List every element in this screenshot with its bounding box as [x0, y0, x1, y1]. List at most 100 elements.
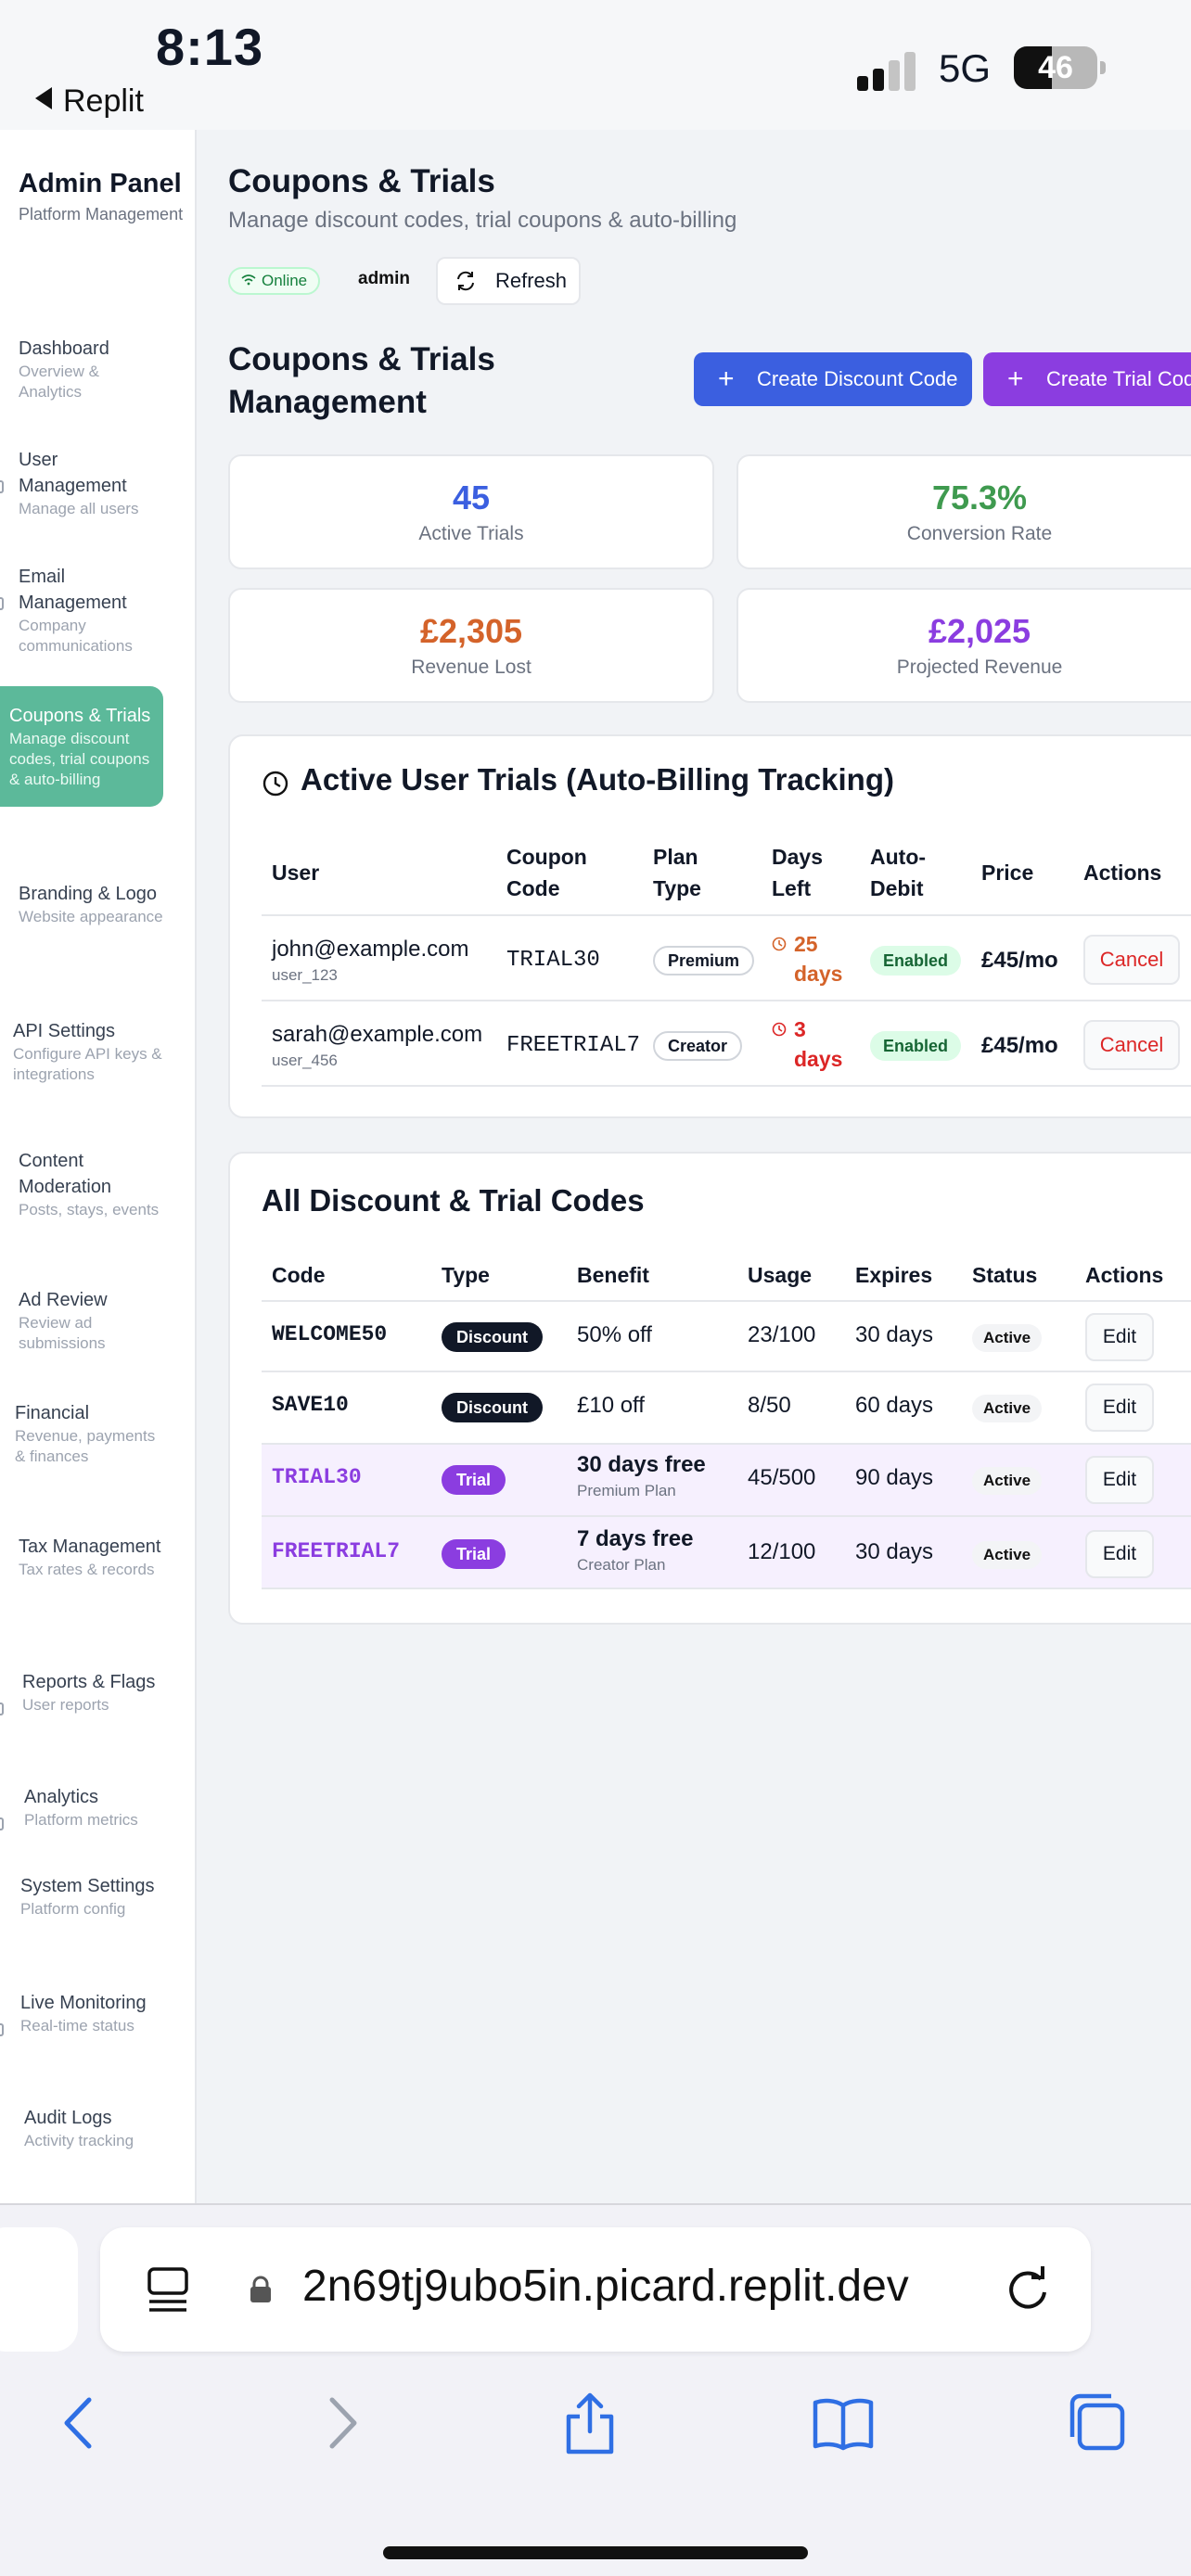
sidebar-brand: Admin Panel Platform Management — [19, 165, 186, 224]
trial-coupon-code: FREETRIAL7 — [506, 1033, 641, 1058]
share-icon[interactable] — [557, 2391, 622, 2455]
code-value: SAVE10 — [272, 1393, 349, 1417]
days-left: 25 days — [772, 929, 843, 988]
sidebar-item-email-management[interactable]: Email Management Company communications — [0, 564, 163, 657]
expires: 30 days — [855, 1322, 934, 1347]
table-divider — [262, 1300, 1191, 1302]
sidebar-item-audit-logs[interactable]: Audit Logs Activity tracking — [0, 2105, 163, 2151]
sidebar-item-desc: Manage discount codes, trial coupons & a… — [9, 730, 150, 788]
refresh-icon — [457, 271, 474, 291]
reader-icon[interactable] — [147, 2266, 189, 2313]
clock-icon — [772, 937, 787, 951]
sidebar-item-financial[interactable]: Financial Revenue, payments & finances — [0, 1400, 163, 1467]
reload-icon[interactable] — [1004, 2264, 1052, 2313]
col-price: Price — [981, 861, 1034, 885]
sidebar-item-label: Coupons & Trials — [9, 706, 151, 726]
sidebar-item-branding-logo[interactable]: Branding & Logo Website appearance — [0, 881, 163, 927]
trial-coupon-code: TRIAL30 — [506, 948, 600, 973]
sidebar-item-label: Content Moderation — [19, 1151, 112, 1197]
sidebar-item-desc: Review ad submissions — [19, 1314, 106, 1352]
plan-badge: Creator — [653, 1031, 743, 1061]
sidebar-item-label: Analytics — [24, 1787, 99, 1807]
create-discount-label: Create Discount Code — [757, 367, 958, 390]
all-codes-title: All Discount & Trial Codes — [262, 1183, 645, 1218]
network-type: 5G — [939, 46, 992, 90]
col-auto-debit: Auto-Debit — [870, 845, 927, 900]
signal-icon — [857, 48, 918, 91]
days-left-unit: days — [794, 962, 843, 986]
bookmarks-icon[interactable] — [811, 2391, 876, 2455]
usage: 12/100 — [748, 1539, 816, 1564]
table-divider — [262, 914, 1191, 916]
sidebar-item-system-settings[interactable]: System Settings Platform config — [0, 1873, 163, 1919]
online-status-text: Online — [262, 272, 308, 289]
status-badge: Active — [972, 1395, 1043, 1422]
days-left-number: 3 — [794, 1017, 806, 1041]
page-subtitle: Manage discount codes, trial coupons & a… — [228, 208, 737, 233]
benefit: 30 days free — [577, 1452, 706, 1477]
col-plan-type: Plan Type — [653, 845, 701, 900]
expires: 30 days — [855, 1539, 934, 1564]
cancel-trial-button[interactable]: Cancel — [1083, 935, 1180, 985]
col-days-left: Days Left — [772, 845, 823, 900]
auto-debit-badge: Enabled — [870, 1031, 962, 1061]
back-icon[interactable] — [48, 2391, 113, 2455]
admin-user-label: admin — [358, 269, 410, 288]
sidebar-item-tax-management[interactable]: Tax Management Tax rates & records — [0, 1534, 163, 1580]
stat-label: Revenue Lost — [411, 657, 531, 678]
page-title: Coupons & Trials — [228, 163, 495, 199]
col-status: Status — [972, 1263, 1038, 1287]
sidebar-item-ad-review[interactable]: Ad Review Review ad submissions — [0, 1287, 163, 1354]
benefit-plan: Premium Plan — [577, 1482, 676, 1499]
clock-time: 8:13 — [156, 18, 264, 76]
stat-label: Active Trials — [418, 523, 524, 544]
sidebar-item-label: Tax Management — [19, 1537, 161, 1557]
refresh-button[interactable]: Refresh — [436, 257, 581, 305]
active-trials-title: Active User Trials (Auto-Billing Trackin… — [301, 762, 894, 797]
refresh-label: Refresh — [495, 269, 568, 292]
sidebar-item-api-settings[interactable]: API Settings Configure API keys & integra… — [0, 1018, 163, 1085]
sidebar-item-label: Dashboard — [19, 338, 109, 359]
create-trial-code-button[interactable]: + Create Trial Code — [983, 352, 1191, 406]
edit-code-button[interactable]: Edit — [1085, 1313, 1154, 1361]
sidebar-item-label: API Settings — [13, 1021, 116, 1041]
table-row-trial — [262, 1443, 1191, 1515]
wifi-icon — [241, 274, 256, 286]
previous-tab-preview[interactable] — [0, 2227, 78, 2352]
stat-label: Projected Revenue — [896, 657, 1063, 678]
sidebar-item-reports-flags[interactable]: Reports & Flags User reports — [0, 1669, 163, 1715]
sidebar-item-analytics[interactable]: Analytics Platform metrics — [0, 1784, 163, 1830]
back-to-app-button[interactable]: Replit — [35, 83, 144, 120]
sidebar-item-coupons-trials[interactable]: Coupons & Trials Manage discount codes, t… — [0, 686, 163, 807]
plus-icon: + — [1007, 363, 1024, 394]
address-bar[interactable]: 2n69tj9ubo5in.picard.replit.dev — [100, 2227, 1091, 2352]
home-indicator — [383, 2546, 808, 2559]
sidebar-item-user-management[interactable]: User Management Manage all users — [0, 447, 163, 519]
sidebar-item-live-monitoring[interactable]: Live Monitoring Real-time status — [0, 1990, 163, 2036]
sidebar-item-desc: Platform config — [20, 1900, 126, 1918]
edit-code-button[interactable]: Edit — [1085, 1456, 1154, 1504]
trial-user-email: sarah@example.com — [272, 1022, 483, 1047]
type-badge: Trial — [442, 1465, 506, 1495]
edit-code-button[interactable]: Edit — [1085, 1530, 1154, 1578]
edit-code-button[interactable]: Edit — [1085, 1384, 1154, 1432]
sidebar-item-label: User Management — [19, 450, 127, 496]
sidebar-subtitle: Platform Management — [19, 205, 184, 223]
tabs-icon[interactable] — [1063, 2391, 1128, 2455]
sidebar-item-dashboard[interactable]: Dashboard Overview & Analytics — [0, 336, 163, 402]
forward-icon[interactable] — [308, 2391, 373, 2455]
cancel-trial-button[interactable]: Cancel — [1083, 1020, 1180, 1070]
sidebar-item-content-moderation[interactable]: Content Moderation Posts, stays, events — [0, 1148, 163, 1220]
browser-toolbar: 2n69tj9ubo5in.picard.replit.dev — [0, 2203, 1191, 2576]
chart-icon — [0, 1817, 4, 1830]
sidebar-item-desc: Company communications — [19, 617, 133, 655]
usage: 8/50 — [748, 1393, 791, 1418]
code-value: FREETRIAL7 — [272, 1539, 401, 1563]
sidebar-item-label: Audit Logs — [24, 2108, 112, 2128]
usage: 23/100 — [748, 1322, 816, 1347]
create-discount-code-button[interactable]: + Create Discount Code — [694, 352, 972, 406]
sidebar-item-desc: Overview & Analytics — [19, 363, 99, 401]
sidebar-item-label: Reports & Flags — [22, 1672, 156, 1692]
col-actions: Actions — [1085, 1263, 1164, 1287]
clock-icon — [263, 771, 288, 797]
